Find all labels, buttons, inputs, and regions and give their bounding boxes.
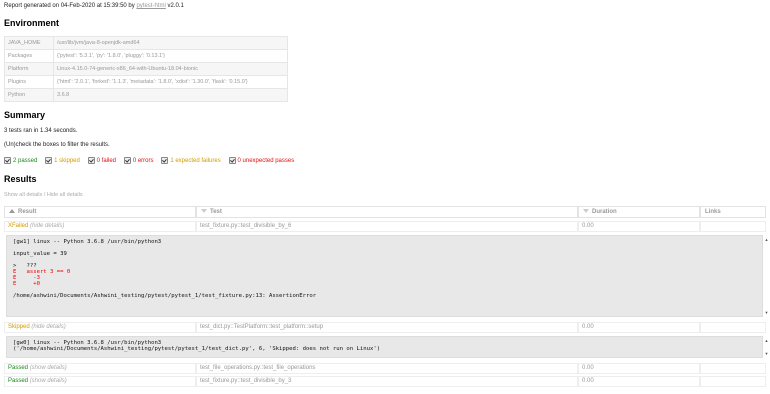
filter-bar: 2 passed 1 skipped 0 failed 0 errors 1 e…: [4, 157, 300, 164]
env-value: 3.6.8: [53, 88, 288, 102]
duration-cell: 0.00: [578, 322, 700, 333]
test-name-cell: test_dict.py::TestPlatform::test_platfor…: [196, 322, 578, 333]
column-header-result[interactable]: Result: [4, 206, 196, 218]
filter-label: 1 expected failures: [170, 158, 221, 165]
result-cell: Skipped (hide details): [4, 322, 196, 333]
report-generated-line: Report generated on 04-Feb-2020 at 15:39…: [4, 3, 184, 9]
scroll-down-icon[interactable]: ▼: [764, 310, 769, 315]
filter-label: 0 failed: [96, 158, 117, 165]
sort-icon: [583, 209, 589, 214]
env-value: Linux-4.15.0-74-generic-x86_64-with-Ubun…: [53, 62, 288, 76]
hide-all-details-link[interactable]: Hide all details: [47, 192, 83, 198]
column-label: Duration: [592, 209, 617, 215]
results-heading: Results: [4, 174, 37, 184]
env-key: Platform: [4, 62, 54, 76]
log-line: ('/home/ashwini/Documents/Ashwini_testin…: [13, 346, 381, 352]
log-line: input_value = 39: [13, 251, 67, 257]
env-row: Packages {'pytest': '5.3.1', 'py': '1.8.0…: [4, 49, 288, 63]
summary-ran-text: 3 tests ran in 1.34 seconds.: [4, 128, 78, 134]
env-key: Python: [4, 88, 54, 102]
env-row: Platform Linux-4.15.0-74-generic-x86_64-w…: [4, 62, 288, 76]
filter-failed[interactable]: 0 failed: [87, 157, 117, 165]
links-cell: [700, 221, 766, 232]
pytest-html-link[interactable]: pytest-html: [136, 3, 165, 9]
show-all-details-link[interactable]: Show all details: [4, 192, 42, 198]
duration-cell: 0.00: [578, 363, 700, 374]
filter-passed[interactable]: 2 passed: [4, 157, 37, 164]
duration-cell: 0.00: [578, 376, 700, 387]
filter-label: 2 passed: [13, 158, 38, 165]
log-panel-xfailed[interactable]: [gw1] linux -- Python 3.6.8 /usr/bin/pyt…: [6, 235, 763, 317]
duration-cell: 0.00: [578, 221, 700, 232]
links-cell: [700, 376, 766, 387]
toggle-details-link[interactable]: (hide details): [30, 223, 64, 229]
links-cell: [700, 363, 766, 374]
toggle-details-link[interactable]: (hide details): [31, 324, 65, 330]
result-status: XFailed: [8, 223, 29, 229]
toggle-details-link[interactable]: (show details): [30, 365, 67, 371]
filter-errors[interactable]: 0 errors: [123, 157, 154, 165]
scroll-up-icon[interactable]: ▲: [764, 338, 769, 343]
column-header-duration[interactable]: Duration: [578, 206, 700, 218]
checkbox-icon[interactable]: [228, 157, 236, 164]
column-header-links: Links: [700, 206, 766, 218]
environment-table: JAVA_HOME/usr/lib/jvm/java-8-openjdk-amd…: [4, 36, 288, 102]
env-key: Plugins: [4, 75, 54, 89]
column-label: Links: [705, 209, 721, 215]
filter-label: 0 errors: [132, 158, 154, 165]
checkbox-icon[interactable]: [87, 157, 95, 164]
test-name-cell: test_fixture.py::test_divisible_by_3: [196, 376, 578, 387]
log-line: /home/ashwini/Documents/Ashwini_testing/…: [13, 293, 317, 299]
result-status: Passed: [8, 365, 29, 371]
column-header-test[interactable]: Test: [196, 206, 578, 218]
result-status: Passed: [8, 378, 29, 384]
summary-heading: Summary: [4, 110, 46, 120]
env-value: /usr/lib/jvm/java-8-openjdk-amd64: [53, 36, 288, 50]
env-row: JAVA_HOME/usr/lib/jvm/java-8-openjdk-amd…: [4, 36, 288, 50]
details-toggle: Show all details / Hide all details: [4, 192, 83, 198]
filter-label: 1 skipped: [54, 158, 80, 165]
env-key: JAVA_HOME: [4, 36, 54, 50]
env-key: Packages: [4, 49, 54, 63]
checkbox-icon[interactable]: [161, 157, 169, 164]
scroll-up-icon[interactable]: ▲: [764, 237, 769, 242]
checkbox-icon[interactable]: [4, 157, 11, 164]
toggle-details-link[interactable]: (show details): [30, 378, 67, 384]
env-value: {'pytest': '5.3.1', 'py': '1.8.0', 'plug…: [53, 49, 288, 63]
result-status: Skipped: [8, 324, 30, 330]
filter-hint: (Un)check the boxes to filter the result…: [4, 142, 110, 148]
result-cell: Passed (show details): [4, 376, 196, 387]
sort-asc-icon: [9, 209, 15, 214]
test-name-cell: test_fixture.py::test_divisible_by_6: [196, 221, 578, 232]
report-version: v2.0.1: [165, 3, 184, 9]
filter-skipped[interactable]: 1 skipped: [45, 157, 80, 164]
environment-heading: Environment: [4, 18, 60, 28]
scroll-down-icon[interactable]: ▼: [764, 351, 769, 356]
filter-xpassed[interactable]: 0 unexpected passes: [228, 157, 295, 165]
sort-icon: [201, 209, 207, 214]
column-label: Test: [210, 209, 222, 215]
log-panel-skipped[interactable]: [gw0] linux -- Python 3.6.8 /usr/bin/pyt…: [6, 336, 763, 358]
env-row: Python 3.6.8: [4, 88, 288, 102]
column-label: Result: [18, 209, 37, 215]
filter-label: 0 unexpected passes: [237, 158, 295, 165]
result-cell: XFailed (hide details): [4, 221, 196, 232]
report-prefix: Report generated on 04-Feb-2020 at 15:39…: [4, 3, 137, 9]
log-line-error: E +0: [13, 281, 40, 287]
test-name-cell: test_file_operations.py::test_file_opera…: [196, 363, 578, 374]
checkbox-icon[interactable]: [45, 157, 53, 164]
env-value: {'html': '2.0.1', 'forked': '1.1.3', 'me…: [53, 75, 288, 89]
log-line: [gw1] linux -- Python 3.6.8 /usr/bin/pyt…: [13, 239, 162, 245]
env-row: Plugins {'html': '2.0.1', 'forked': '1.1.…: [4, 75, 288, 89]
filter-xfailed[interactable]: 1 expected failures: [161, 157, 221, 165]
checkbox-icon[interactable]: [123, 157, 131, 164]
links-cell: [700, 322, 766, 333]
result-cell: Passed (show details): [4, 363, 196, 374]
